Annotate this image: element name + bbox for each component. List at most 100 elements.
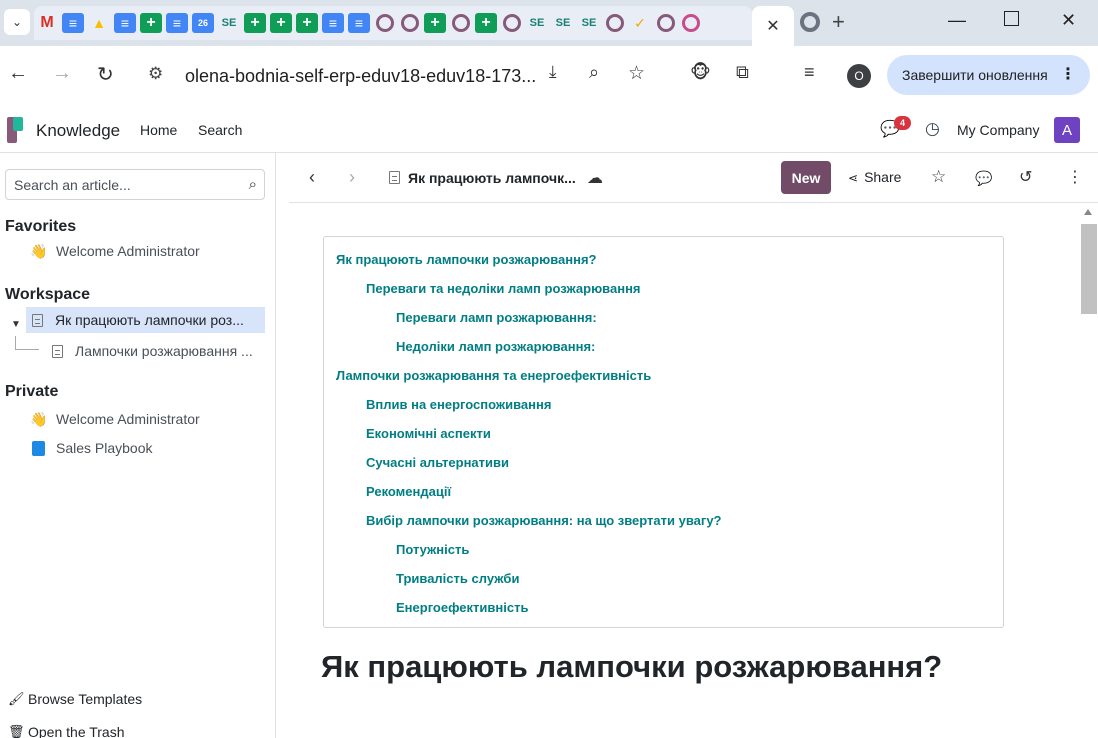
tab-se-icon[interactable]: SE — [526, 13, 548, 33]
article-search[interactable]: ⌕ — [5, 169, 265, 200]
toc-link[interactable]: Лампочки розжарювання та енергоефективні… — [336, 368, 651, 383]
search-icon[interactable]: ⌕ — [249, 176, 257, 193]
share-icon: ⋖ — [848, 171, 859, 185]
extensions-puzzle-icon[interactable]: ⧉ — [736, 62, 749, 83]
workspace-title[interactable]: Workspace — [5, 286, 90, 304]
previous-chevron-icon[interactable]: ‹ — [309, 167, 315, 188]
open-trash-link[interactable]: 🗑 Open the Trash — [8, 724, 125, 738]
address-bar-url[interactable]: olena-bodnia-self-erp-eduv18-eduv18-173.… — [185, 66, 536, 87]
caret-down-icon[interactable]: ▼ — [11, 319, 21, 330]
tab-check-icon[interactable]: ✓ — [629, 13, 651, 33]
maximize-icon[interactable] — [1004, 11, 1019, 26]
app-name[interactable]: Knowledge — [36, 121, 120, 141]
toc-link[interactable]: Сучасні альтернативи — [366, 455, 509, 470]
tab-sheets-icon[interactable] — [424, 13, 446, 33]
menu-search[interactable]: Search — [198, 122, 242, 138]
scrollbar-thumb[interactable] — [1081, 224, 1097, 314]
toc-link[interactable]: Переваги ламп розжарювання: — [396, 310, 597, 325]
tab-se-icon[interactable]: SE — [578, 13, 600, 33]
tab-odoo-icon[interactable] — [401, 14, 419, 32]
tab-sheets-icon[interactable] — [296, 13, 318, 33]
toc-link[interactable]: Переваги та недоліки ламп розжарювання — [366, 281, 641, 296]
comments-icon[interactable]: 💬 — [975, 170, 992, 187]
activity-clock-icon[interactable]: ◷ — [925, 119, 940, 139]
toc-link[interactable]: Вплив на енергоспоживання — [366, 397, 551, 412]
document-icon — [389, 171, 400, 184]
close-window-icon[interactable]: ✕ — [1061, 10, 1076, 31]
favorite-item-welcome[interactable]: 👋 Welcome Administrator — [26, 238, 266, 264]
history-icon[interactable]: ↺ — [1019, 167, 1032, 187]
tab-docs-icon[interactable] — [114, 13, 136, 33]
tab-odoo-icon[interactable] — [657, 14, 675, 32]
scroll-up-arrow-icon[interactable] — [1084, 209, 1092, 215]
browse-templates-link[interactable]: 🖌 Browse Templates — [8, 691, 142, 707]
tab-sheets-icon[interactable] — [475, 13, 497, 33]
favorite-star-icon[interactable]: ☆ — [931, 167, 946, 187]
private-title[interactable]: Private — [5, 383, 58, 401]
tab-odoo-icon[interactable] — [503, 14, 521, 32]
paintbrush-icon: 🖌 — [8, 691, 25, 706]
tab-se-icon[interactable]: SE — [218, 13, 240, 33]
finish-update-button[interactable]: Завершити оновлення ⋮ — [887, 55, 1090, 95]
back-arrow-icon[interactable]: ← — [8, 62, 28, 85]
tab-docs-icon[interactable] — [348, 13, 370, 33]
minimize-icon[interactable]: — — [948, 10, 966, 31]
tab-sheets-icon[interactable] — [244, 13, 266, 33]
knowledge-logo-icon[interactable] — [7, 117, 23, 143]
workspace-item-active-article[interactable]: Як працюють лампочки роз... — [26, 307, 265, 333]
toc-link[interactable]: Тривалість служби — [396, 571, 519, 586]
tab-docs-icon[interactable] — [322, 13, 344, 33]
next-chevron-icon[interactable]: › — [349, 167, 355, 188]
forward-arrow-icon[interactable]: → — [52, 62, 72, 85]
tab-docs-icon[interactable] — [62, 13, 84, 33]
tab-odoo-icon[interactable] — [452, 14, 470, 32]
share-button[interactable]: ⋖ Share — [848, 169, 901, 185]
tab-gmail-icon[interactable]: M — [36, 13, 58, 33]
toc-link[interactable]: Рекомендації — [366, 484, 451, 499]
app-navbar: Knowledge Home Search 💬 4 ◷ My Company A — [0, 106, 1098, 153]
user-avatar[interactable]: A — [1054, 117, 1080, 143]
toc-link[interactable]: Недоліки ламп розжарювання: — [396, 339, 595, 354]
company-switcher[interactable]: My Company — [957, 122, 1039, 138]
tab-se-icon[interactable]: SE — [552, 13, 574, 33]
workspace-item-child-article[interactable]: Лампочки розжарювання ... — [46, 338, 266, 364]
browser-tab-strip: ⌄ M▲26SESESESE✓ ✕ + — ✕ — [0, 0, 1098, 46]
menu-home[interactable]: Home — [140, 122, 177, 138]
tab-sheets-icon[interactable] — [270, 13, 292, 33]
content-scrollbar[interactable] — [1079, 203, 1098, 738]
toc-link[interactable]: Потужність — [396, 542, 469, 557]
favorites-title[interactable]: Favorites — [5, 218, 76, 236]
new-tab-button[interactable]: + — [832, 9, 845, 35]
new-article-button[interactable]: New — [781, 161, 831, 194]
bookmark-star-icon[interactable]: ☆ — [628, 62, 645, 85]
tab-odoo-icon[interactable] — [606, 14, 624, 32]
private-item-welcome[interactable]: 👋 Welcome Administrator — [26, 406, 266, 432]
tab-sheets-icon[interactable] — [140, 13, 162, 33]
toc-link[interactable]: Енергоефективність — [396, 600, 528, 615]
toc-link[interactable]: Як працюють лампочки розжарювання? — [336, 252, 597, 267]
chrome-tab-icon[interactable] — [800, 12, 820, 32]
active-tab-close-button[interactable]: ✕ — [752, 6, 794, 46]
site-settings-icon[interactable]: ⚙ — [148, 64, 163, 84]
extension-monkey-icon[interactable]: 🐵 — [690, 62, 711, 83]
tab-calendar-icon[interactable]: 26 — [192, 13, 214, 33]
breadcrumb-article-title[interactable]: Як працюють лампочк... — [408, 170, 576, 186]
tab-odoo-icon[interactable] — [376, 14, 394, 32]
install-app-icon[interactable]: ⤓ — [549, 62, 557, 82]
reload-icon[interactable]: ↻ — [97, 62, 114, 87]
media-queue-icon[interactable]: ≡ — [804, 62, 815, 83]
article-search-input[interactable] — [6, 170, 226, 199]
zoom-icon[interactable]: ⌕ — [589, 62, 599, 83]
tab-odoo-pink-icon[interactable] — [682, 14, 700, 32]
profile-avatar[interactable]: O — [847, 64, 871, 88]
tab-drive-icon[interactable]: ▲ — [88, 13, 110, 33]
more-options-icon[interactable]: ⋮ — [1067, 167, 1083, 187]
article-control-panel: ‹ › Як працюють лампочк... ☁ New ⋖ Share … — [289, 153, 1098, 203]
private-item-sales-playbook[interactable]: Sales Playbook — [26, 435, 266, 461]
toc-link[interactable]: Вибір лампочки розжарювання: на що зверт… — [366, 513, 722, 528]
messaging-badge: 4 — [894, 116, 911, 130]
toc-link[interactable]: Економічні аспекти — [366, 426, 491, 441]
tab-docs-icon[interactable] — [166, 13, 188, 33]
browser-menu-icon[interactable]: ⋮ — [1060, 64, 1076, 84]
tab-search-chevron-icon[interactable]: ⌄ — [4, 9, 30, 35]
